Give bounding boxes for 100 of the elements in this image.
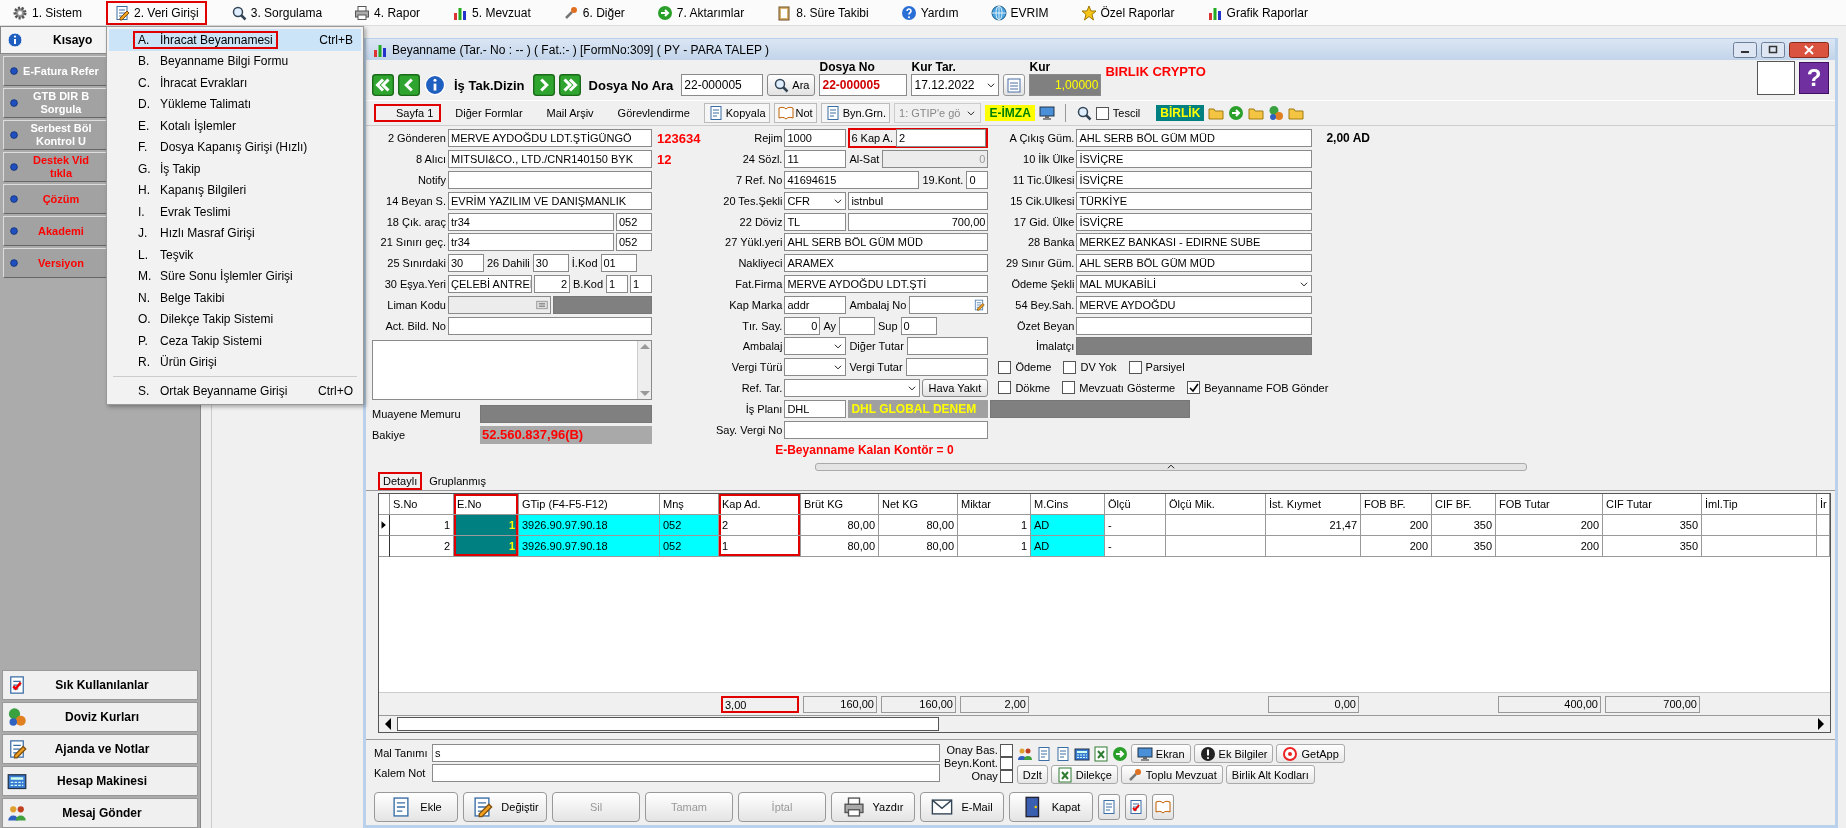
checkbox[interactable]: Beyanname FOB Gönder: [1187, 381, 1329, 395]
dropdown-field[interactable]: CFR: [784, 191, 847, 210]
horizontal-scrollbar[interactable]: [379, 715, 1830, 732]
checkbox[interactable]: DV Yok: [1063, 360, 1117, 374]
text-field[interactable]: 1: [630, 274, 652, 293]
menu-item[interactable]: Yardım: [892, 0, 967, 25]
row-header[interactable]: [379, 515, 390, 536]
text-field[interactable]: MERVE AYDOĞDU: [1076, 295, 1313, 314]
folder-icon[interactable]: [1288, 105, 1305, 121]
menu-item[interactable]: 5. Mevzuat: [444, 0, 539, 25]
checkbox[interactable]: Onay Bas.: [946, 744, 1013, 757]
notes-textarea[interactable]: [372, 339, 652, 400]
column-header[interactable]: İr: [1817, 494, 1830, 515]
text-field[interactable]: 0: [966, 171, 989, 189]
menu-item[interactable]: 3. Sorgulama: [222, 0, 331, 25]
page-tab[interactable]: Sayfa 1: [374, 104, 442, 122]
dropdown-field[interactable]: [784, 378, 920, 397]
document-button[interactable]: [1098, 794, 1120, 820]
search-icon[interactable]: [1075, 105, 1092, 121]
edit-icon[interactable]: [973, 298, 986, 311]
menu-item[interactable]: EVRIM: [982, 0, 1057, 25]
rate-field[interactable]: 1,00000: [1029, 74, 1102, 96]
text-field[interactable]: 0: [900, 316, 937, 335]
text-field[interactable]: 052: [616, 212, 652, 231]
info-icon[interactable]: [424, 74, 446, 96]
text-field[interactable]: MERKEZ BANKASI - EDIRNE SUBE: [1076, 233, 1313, 252]
text-field[interactable]: 2: [896, 129, 987, 148]
shortcut-button[interactable]: Doviz Kurları: [2, 702, 198, 732]
file-number-field[interactable]: 22-000005: [819, 74, 908, 96]
chevron-right-icon[interactable]: [532, 74, 555, 96]
text-field[interactable]: [448, 316, 652, 335]
close-button[interactable]: [1789, 41, 1829, 58]
page-tab[interactable]: Mail Arşiv: [536, 104, 604, 122]
tool-button[interactable]: Ekran: [1130, 744, 1191, 763]
menu-item[interactable]: 7. Aktarımlar: [648, 0, 753, 25]
row-header[interactable]: [379, 536, 390, 557]
tool-button[interactable]: GetApp: [1276, 744, 1345, 763]
column-header[interactable]: S.No: [390, 494, 454, 515]
column-header[interactable]: İml.Tip: [1702, 494, 1817, 515]
double-chevron-right-icon[interactable]: [558, 74, 581, 96]
menu-option[interactable]: O. Dilekçe Takip Sistemi: [109, 308, 361, 330]
text-field[interactable]: [784, 420, 989, 439]
column-header[interactable]: Ölçü Mik.: [1166, 494, 1266, 515]
document-icon[interactable]: [1035, 745, 1052, 762]
column-header[interactable]: CIF Tutar: [1603, 494, 1702, 515]
shortcut-button[interactable]: Sık Kullanılanlar: [2, 670, 198, 700]
column-header[interactable]: FOB Tutar: [1496, 494, 1603, 515]
text-field[interactable]: DHL: [784, 399, 847, 418]
vertical-scrollbar[interactable]: [637, 340, 651, 399]
monitor-icon[interactable]: [1038, 105, 1055, 121]
calendar-button[interactable]: [1003, 74, 1026, 96]
text-field[interactable]: 11: [784, 150, 847, 169]
text-field[interactable]: ÇELEBİ ANTREI: [448, 274, 533, 293]
checklist-button[interactable]: [1125, 794, 1147, 820]
text-field[interactable]: AHL SERB BÖL GÜM MÜD: [784, 233, 989, 252]
checkbox[interactable]: Beyn.Kont.: [944, 757, 1013, 770]
checkbox[interactable]: Mevzuatı Gösterme: [1062, 381, 1176, 395]
shortcut-button[interactable]: Mesaj Gönder: [2, 798, 198, 828]
checkbox[interactable]: Ödeme: [998, 360, 1052, 374]
column-header[interactable]: E.No: [454, 494, 519, 515]
e-signature-button[interactable]: E-İMZA: [985, 105, 1035, 121]
lookup-field[interactable]: [448, 295, 551, 314]
text-field[interactable]: AHL SERB BÖL GÜM MÜD: [1076, 129, 1313, 148]
action-button[interactable]: Kapat: [1009, 792, 1093, 822]
dropdown-field[interactable]: [784, 337, 847, 356]
double-chevron-left-icon[interactable]: [372, 74, 394, 96]
text-field[interactable]: s: [432, 744, 940, 762]
help-button[interactable]: ?: [1799, 62, 1829, 94]
book-button[interactable]: [1152, 794, 1174, 820]
folder-icon[interactable]: [1248, 105, 1265, 121]
action-button[interactable]: Ekle: [374, 792, 458, 822]
text-field[interactable]: 700,00: [848, 212, 989, 231]
detail-tab[interactable]: Gruplanmış: [424, 472, 492, 490]
folder-icon[interactable]: [1208, 105, 1225, 121]
text-field[interactable]: 30: [532, 254, 569, 273]
column-header[interactable]: Brüt KG: [801, 494, 879, 515]
text-field[interactable]: TL: [784, 212, 847, 231]
menu-item[interactable]: 2. Veri Girişi: [106, 0, 207, 25]
text-field[interactable]: EVRİM YAZILIM VE DANIŞMANLIK: [448, 191, 652, 210]
column-header[interactable]: Ölçü: [1105, 494, 1166, 515]
checkbox[interactable]: Tescil: [1095, 106, 1141, 120]
text-field[interactable]: 0: [784, 316, 821, 335]
text-field[interactable]: [839, 316, 876, 335]
text-field[interactable]: 30: [448, 254, 484, 273]
column-header[interactable]: FOB BF.: [1361, 494, 1432, 515]
toolbar-button[interactable]: Byn.Grn.: [820, 103, 891, 123]
text-field[interactable]: addr: [784, 295, 847, 314]
tool-button[interactable]: Dzlt: [1016, 765, 1048, 784]
tool-button[interactable]: Ek Bilgiler: [1193, 744, 1274, 763]
text-field[interactable]: 052: [616, 233, 652, 252]
detail-tab[interactable]: Detaylı: [378, 472, 423, 490]
text-field[interactable]: [905, 358, 989, 377]
menu-item[interactable]: 8. Süre Takibi: [768, 0, 877, 25]
text-field[interactable]: 1000: [784, 129, 847, 148]
action-button[interactable]: Yazdır: [831, 792, 915, 822]
calculator-icon[interactable]: [1073, 745, 1090, 762]
text-field[interactable]: [906, 337, 989, 356]
spreadsheet-icon[interactable]: [1092, 745, 1109, 762]
text-field[interactable]: 41694615: [784, 171, 920, 189]
menu-option[interactable]: A. İhracat Beyannamesi Ctrl+B: [109, 29, 361, 51]
